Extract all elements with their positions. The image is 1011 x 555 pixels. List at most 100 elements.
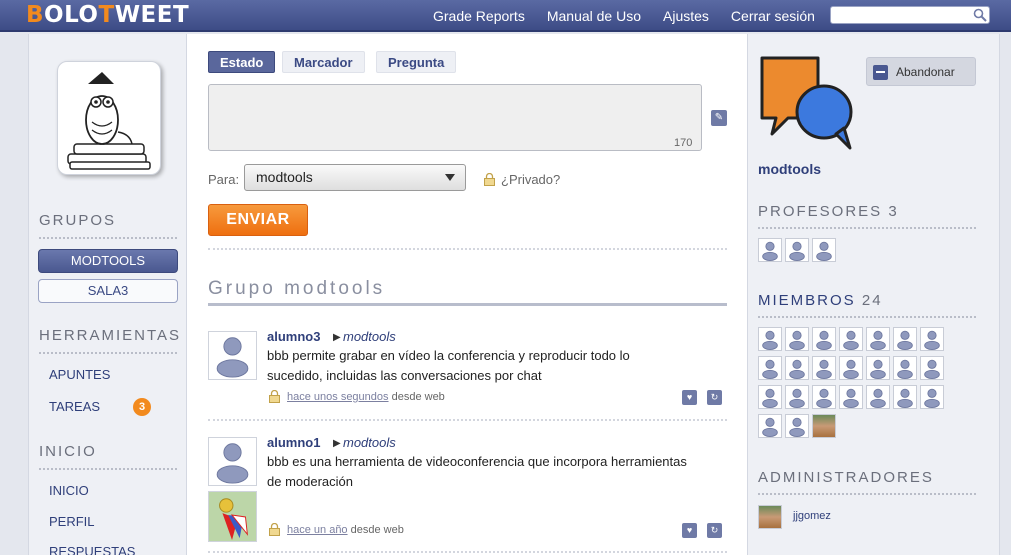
group-button-modtools[interactable]: MODTOOLS [38,249,178,273]
nav-perfil[interactable]: PERFIL [49,514,95,529]
member-avatar[interactable] [785,356,809,380]
nav-inicio[interactable]: INICIO [49,483,89,498]
member-avatar[interactable] [920,327,944,351]
nav-respuestas[interactable]: RESPUESTAS [49,544,135,555]
member-avatar[interactable] [866,327,890,351]
tareas-count-badge: 3 [133,398,151,416]
post-time-link[interactable]: hace unos segundos [287,391,389,403]
miembros-title: MIEMBROS 24 [758,292,883,309]
post-author-avatar[interactable] [208,437,257,486]
arrow-right-icon: ▶ [333,332,341,343]
member-avatar[interactable] [812,385,836,409]
nav-ajustes[interactable]: Ajustes [663,8,709,24]
post-author[interactable]: alumno3 [267,329,320,344]
default-user-icon [216,337,249,378]
char-counter: 170 [674,137,693,149]
member-avatar[interactable] [785,327,809,351]
post-author-avatar[interactable] [208,331,257,380]
divider [208,419,727,421]
member-avatar[interactable] [839,385,863,409]
nav-manual-de-uso[interactable]: Manual de Uso [547,8,641,24]
tab-pregunta[interactable]: Pregunta [376,51,457,73]
member-avatar[interactable] [839,327,863,351]
member-avatar[interactable] [785,238,809,262]
member-avatar[interactable] [920,356,944,380]
post-author[interactable]: alumno1 [267,435,320,450]
right-sidebar: Abandonar modtools PROFESORES 3 MIEMBROS… [748,34,1000,555]
arrow-right-icon: ▶ [333,438,341,449]
member-avatar[interactable] [758,238,782,262]
stream-title-rule [208,303,727,306]
member-avatar[interactable] [839,356,863,380]
attach-pin-icon[interactable]: ✎ [711,110,727,126]
favorite-heart-icon[interactable]: ♥ [682,390,697,405]
divider [758,316,976,318]
member-avatar[interactable] [758,356,782,380]
member-avatar[interactable] [812,238,836,262]
post-text: bbb permite grabar en vídeo la conferenc… [267,348,630,383]
owl-books-icon [67,72,151,170]
tab-marcador[interactable]: Marcador [282,51,365,73]
member-avatar[interactable] [785,385,809,409]
nav-apuntes[interactable]: APUNTES [49,367,110,382]
admin-name-link[interactable]: jjgomez [793,510,831,522]
post-group[interactable]: modtools [343,329,396,344]
member-avatar[interactable] [920,385,944,409]
member-avatar[interactable] [758,385,782,409]
top-nav: Grade Reports Manual de Uso Ajustes Cerr… [411,0,815,32]
repeat-icon[interactable]: ↻ [707,523,722,538]
divider [39,352,177,354]
divider [208,248,727,250]
member-avatar[interactable] [785,414,809,438]
member-avatar[interactable] [812,327,836,351]
user-avatar[interactable] [57,61,161,175]
admin-avatar[interactable] [758,505,782,529]
member-avatar[interactable] [893,356,917,380]
nav-tareas[interactable]: TAREAS [49,399,100,414]
member-avatar[interactable] [893,385,917,409]
post-source: desde web [350,524,404,536]
divider [39,237,177,239]
favorite-heart-icon[interactable]: ♥ [682,523,697,538]
status-textarea[interactable] [208,84,702,151]
member-avatar[interactable] [812,356,836,380]
divider [208,551,727,553]
nav-cerrar-sesion[interactable]: Cerrar sesión [731,8,815,24]
nav-grade-reports[interactable]: Grade Reports [433,8,525,24]
divider [758,227,976,229]
search-icon[interactable] [972,7,988,23]
inicio-title: INICIO [39,443,97,460]
post-group[interactable]: modtools [343,435,396,450]
tab-estado[interactable]: Estado [208,51,276,73]
post-meta: hace un año desde web [287,524,404,536]
search-input[interactable] [830,6,990,24]
member-avatar[interactable] [866,356,890,380]
lock-icon [269,390,280,403]
herramientas-title: HERRAMIENTAS [39,327,182,344]
minus-icon [873,65,888,80]
member-avatar[interactable] [758,327,782,351]
recipient-select[interactable]: modtools [244,164,466,191]
stream-title: Grupo modtools [208,278,386,299]
group-chat-bubbles-icon[interactable] [758,54,858,154]
medal-badge [208,491,257,542]
post-time-link[interactable]: hace un año [287,524,348,536]
post-source: desde web [391,391,445,403]
para-label: Para: [208,172,240,187]
member-avatar-photo[interactable] [812,414,836,438]
group-name-link[interactable]: modtools [758,161,821,177]
left-sidebar: GRUPOS MODTOOLS SALA3 HERRAMIENTAS APUNT… [28,34,186,555]
group-button-sala3[interactable]: SALA3 [38,279,178,303]
member-avatar[interactable] [893,327,917,351]
top-bar: BOLOTWEET Grade Reports Manual de Uso Aj… [0,0,1011,32]
send-button[interactable]: ENVIAR [208,204,308,236]
lock-icon[interactable] [483,173,496,186]
medal-ribbon-icon [219,498,249,540]
repeat-icon[interactable]: ↻ [707,390,722,405]
leave-group-button[interactable]: Abandonar [866,57,976,86]
member-avatar[interactable] [866,385,890,409]
post-meta: hace unos segundos desde web [287,391,445,403]
member-avatar[interactable] [758,414,782,438]
private-label[interactable]: ¿Privado? [501,172,560,187]
bolotweet-logo[interactable]: BOLOTWEET [26,2,189,28]
